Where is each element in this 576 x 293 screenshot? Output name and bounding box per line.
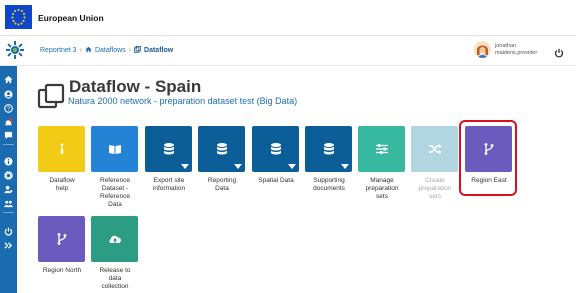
users-icon[interactable] xyxy=(4,195,13,208)
home-icon xyxy=(85,46,92,55)
settings-icon[interactable] xyxy=(4,167,13,180)
label-line: help xyxy=(55,185,69,192)
label-line: Dataset - xyxy=(101,185,129,192)
label-line: Release to xyxy=(99,267,131,274)
label-line: sets xyxy=(429,193,441,200)
manage-preparation-sets-button[interactable] xyxy=(358,126,405,172)
page-title: Dataflow - Spain xyxy=(69,77,202,96)
spatial-data-button[interactable] xyxy=(252,126,299,172)
spatial-data-label: Spatial Data xyxy=(246,177,306,185)
label-line: Reporting xyxy=(207,177,237,184)
info-icon[interactable] xyxy=(4,153,13,166)
dropdown-caret-icon xyxy=(181,164,189,169)
svg-text:?: ? xyxy=(7,107,10,113)
database-icon xyxy=(163,143,174,155)
branch-icon xyxy=(57,233,66,245)
user-name: jonathan xyxy=(495,43,517,49)
breadcrumb-dataflow: Dataflow xyxy=(144,47,174,54)
label-line: Supporting xyxy=(313,177,345,184)
reference-dataset-label: Reference Dataset - Reference Data xyxy=(85,177,145,209)
release-to-data-collection-button[interactable] xyxy=(91,216,138,262)
breadcrumb-dataflows[interactable]: Dataflows xyxy=(95,47,126,54)
label-line: Spatial Data xyxy=(258,177,294,184)
clone-icon xyxy=(133,45,142,55)
chevron-right-icon: › xyxy=(128,47,132,54)
user-icon[interactable] xyxy=(4,86,13,99)
eu-header: European Union xyxy=(0,0,576,36)
label-line: Create xyxy=(425,177,445,184)
create-preparation-sets-button xyxy=(411,126,458,172)
left-sidebar: ? xyxy=(0,66,17,293)
user-avatar[interactable] xyxy=(474,41,491,58)
user-info: jonathan maidens.provider xyxy=(495,43,537,57)
eu-title: European Union xyxy=(38,13,104,23)
label-line: information xyxy=(152,185,186,192)
label-line: data xyxy=(108,275,122,282)
label-line: documents xyxy=(313,185,345,192)
power-icon[interactable] xyxy=(4,223,13,236)
sidebar-divider xyxy=(3,212,14,213)
logout-icon[interactable] xyxy=(554,45,564,58)
info-icon xyxy=(60,143,63,154)
label-line: Reference xyxy=(100,193,130,200)
label-line: Region North xyxy=(42,267,82,274)
dataflow-help-label: Dataflow help xyxy=(32,177,92,193)
chevron-right-icon: › xyxy=(79,47,82,54)
label-line: Region East xyxy=(471,177,507,184)
user-settings-icon[interactable] xyxy=(4,181,13,194)
reporting-data-label: Reporting Data xyxy=(192,177,252,193)
breadcrumb: Reportnet 3 › Dataflows › Dataflow xyxy=(40,45,174,55)
app-header: Reportnet 3 › Dataflows › Dataflow jonat… xyxy=(0,36,576,66)
region-north-button[interactable] xyxy=(38,216,85,262)
label-line: Dataflow xyxy=(49,177,75,184)
label-line: Reference xyxy=(100,177,130,184)
notifications-icon[interactable] xyxy=(4,114,13,126)
page-subtitle: Natura 2000 network - preparation datase… xyxy=(68,96,298,106)
supporting-documents-label: Supporting documents xyxy=(299,177,359,193)
book-icon xyxy=(108,145,121,154)
dropdown-caret-icon xyxy=(288,164,296,169)
create-preparation-sets-label: Create preparation sets xyxy=(405,177,465,201)
label-line: Manage xyxy=(370,177,394,184)
label-line: preparation xyxy=(418,185,452,192)
breadcrumb-reportnet[interactable]: Reportnet 3 xyxy=(40,47,77,54)
sidebar-divider xyxy=(3,144,14,145)
database-icon xyxy=(323,143,334,155)
label-line: Data xyxy=(108,201,122,208)
shuffle-icon xyxy=(428,144,441,154)
export-site-information-label: Export site information xyxy=(139,177,199,193)
supporting-documents-button[interactable] xyxy=(305,126,352,172)
reportnet-logo-icon[interactable] xyxy=(5,40,25,60)
label-line: Data xyxy=(215,185,229,192)
help-icon[interactable]: ? xyxy=(4,100,13,113)
user-account: maidens.provider xyxy=(495,50,538,56)
release-to-data-collection-label: Release to data collection xyxy=(85,267,145,291)
export-site-information-button[interactable] xyxy=(145,126,192,172)
eu-flag-icon xyxy=(5,5,32,29)
cloud-upload-icon xyxy=(108,235,121,243)
dropdown-caret-icon xyxy=(341,164,349,169)
region-east-label: Region East xyxy=(459,177,519,185)
database-icon xyxy=(216,143,227,155)
label-line: collection xyxy=(101,283,129,290)
expand-sidebar-icon[interactable] xyxy=(4,237,13,249)
home-icon[interactable] xyxy=(4,71,13,84)
label-line: preparation xyxy=(365,185,399,192)
dropdown-caret-icon xyxy=(234,164,242,169)
clone-icon xyxy=(37,83,65,109)
reporting-data-button[interactable] xyxy=(198,126,245,172)
label-line: Export site xyxy=(153,177,185,184)
sliders-icon xyxy=(375,144,388,154)
dataflow-help-button[interactable] xyxy=(38,126,85,172)
label-line: sets xyxy=(376,193,388,200)
manage-preparation-sets-label: Manage preparation sets xyxy=(352,177,412,201)
region-north-label: Region North xyxy=(32,267,92,275)
feedback-icon[interactable] xyxy=(4,127,13,140)
reference-dataset-button[interactable] xyxy=(91,126,138,172)
database-icon xyxy=(270,143,281,155)
